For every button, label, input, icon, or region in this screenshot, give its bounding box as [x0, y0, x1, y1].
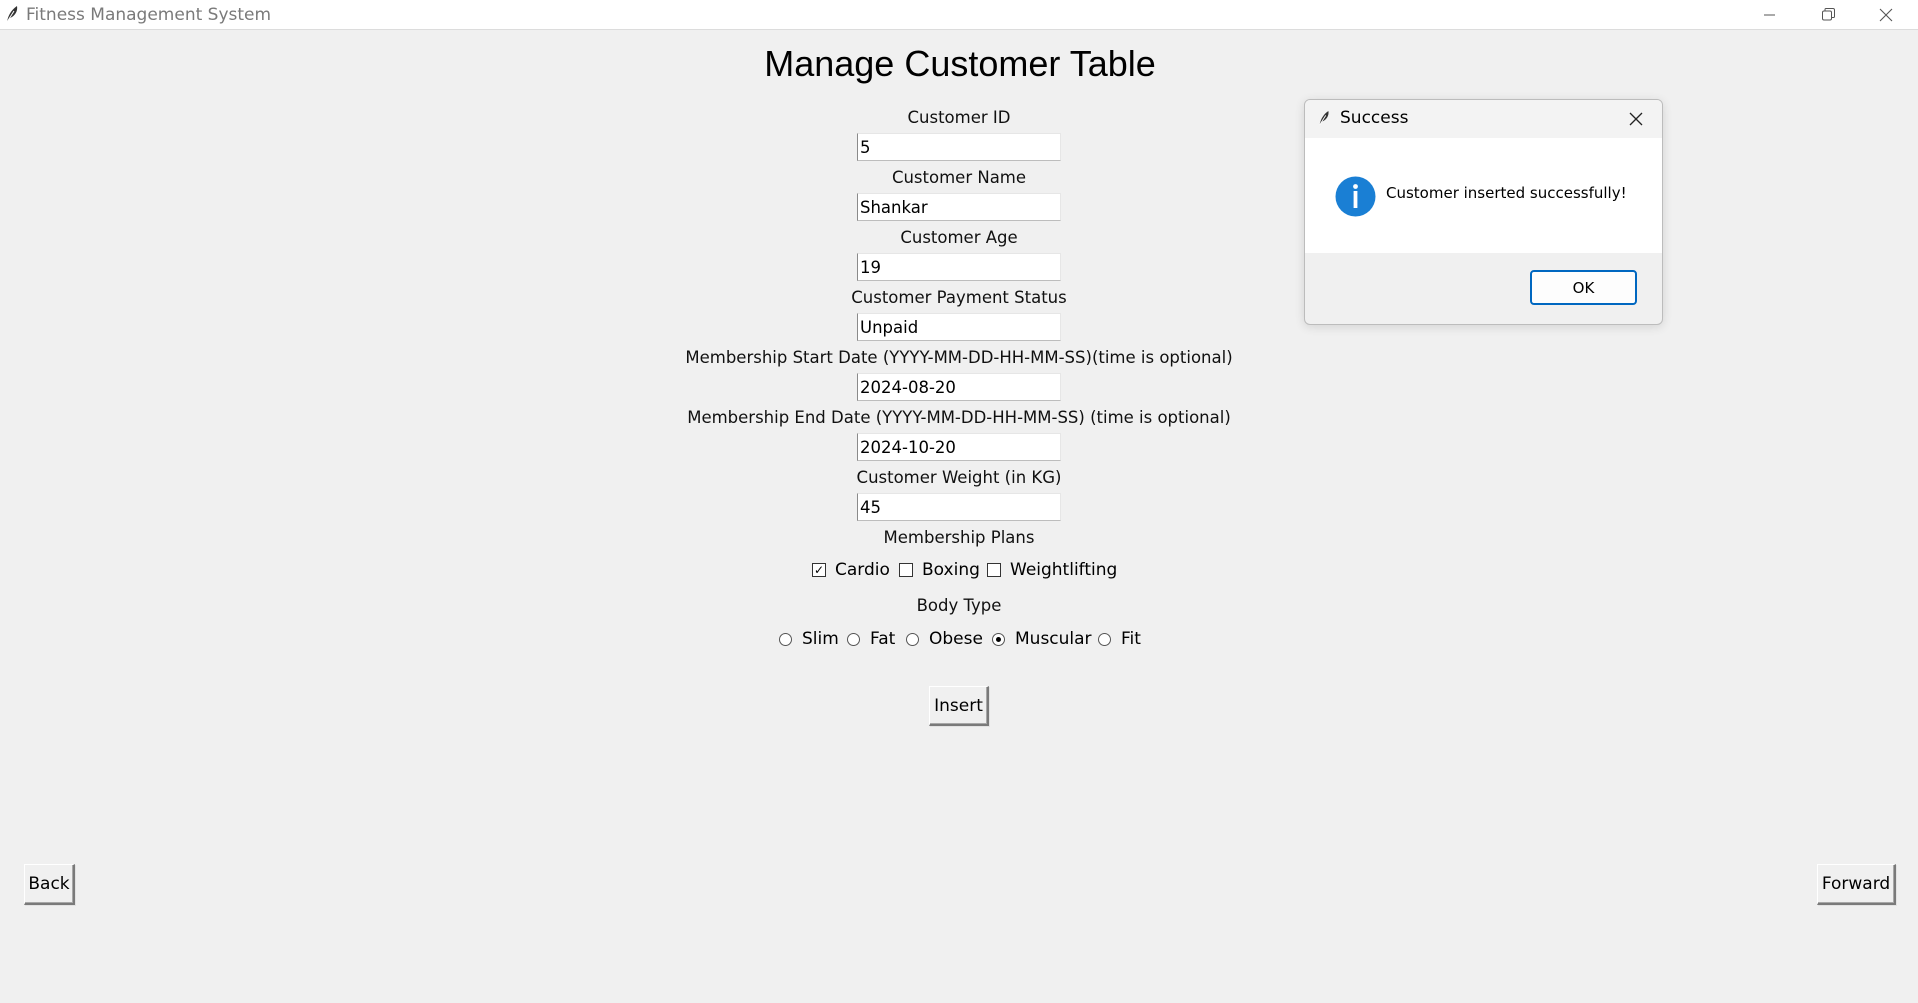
feather-icon: [6, 6, 18, 23]
plan-cardio-checkbox[interactable]: ✓ Cardio: [812, 560, 890, 580]
back-button[interactable]: Back: [24, 864, 75, 905]
plan-weightlifting-label: Weightlifting: [1010, 560, 1118, 580]
radio-unselected-icon: [906, 632, 919, 646]
info-icon: [1335, 176, 1376, 217]
body-obese-label: Obese: [929, 629, 983, 649]
body-type-group: Slim Fat Obese Muscular Fit: [0, 629, 1918, 653]
customer-id-field[interactable]: [857, 133, 1061, 161]
body-slim-radio[interactable]: Slim: [779, 629, 839, 649]
restore-icon: [1821, 8, 1835, 21]
forward-button[interactable]: Forward: [1817, 864, 1896, 905]
body-slim-label: Slim: [802, 629, 839, 649]
body-muscular-label: Muscular: [1015, 629, 1092, 649]
customer-name-field[interactable]: [857, 193, 1061, 221]
window-titlebar: Fitness Management System: [0, 0, 1918, 30]
body-muscular-radio[interactable]: Muscular: [992, 629, 1092, 649]
body-type-label: Body Type: [916, 596, 1002, 615]
minimize-icon: [1764, 14, 1775, 15]
plan-boxing-label: Boxing: [922, 560, 980, 580]
dialog-titlebar: Success: [1305, 100, 1662, 138]
radio-unselected-icon: [1098, 632, 1111, 646]
body-fat-radio[interactable]: Fat: [847, 629, 895, 649]
membership-plans-label: Membership Plans: [883, 528, 1035, 547]
body-fit-radio[interactable]: Fit: [1098, 629, 1141, 649]
weight-field[interactable]: [857, 493, 1061, 521]
plan-weightlifting-checkbox[interactable]: Weightlifting: [987, 560, 1117, 580]
end-date-field[interactable]: [857, 433, 1061, 461]
ok-button[interactable]: OK: [1530, 270, 1637, 305]
body-fit-label: Fit: [1121, 629, 1141, 649]
plan-cardio-label: Cardio: [835, 560, 890, 580]
checkbox-checked-icon: ✓: [812, 563, 826, 577]
success-dialog: Success Customer inserted successfully! …: [1304, 99, 1663, 325]
dialog-message: Customer inserted successfully!: [1386, 184, 1627, 202]
body-obese-radio[interactable]: Obese: [906, 629, 983, 649]
membership-plans-group: ✓ Cardio Boxing Weightlifting: [0, 560, 1918, 584]
end-date-label: Membership End Date (YYYY-MM-DD-HH-MM-SS…: [687, 408, 1231, 427]
dialog-title: Success: [1340, 108, 1409, 128]
customer-id-label: Customer ID: [907, 108, 1011, 127]
customer-age-field[interactable]: [857, 253, 1061, 281]
start-date-label: Membership Start Date (YYYY-MM-DD-HH-MM-…: [685, 348, 1233, 367]
close-window-button[interactable]: [1858, 0, 1914, 29]
radio-selected-icon: [992, 632, 1005, 646]
start-date-field[interactable]: [857, 373, 1061, 401]
body-fat-label: Fat: [870, 629, 896, 649]
checkbox-unchecked-icon: [987, 563, 1001, 577]
insert-button[interactable]: Insert: [929, 686, 989, 726]
restore-button[interactable]: [1800, 0, 1856, 29]
radio-unselected-icon: [847, 632, 860, 646]
customer-age-label: Customer Age: [900, 228, 1018, 247]
window-title: Fitness Management System: [26, 5, 272, 25]
minimize-button[interactable]: [1742, 0, 1798, 29]
payment-status-field[interactable]: [857, 313, 1061, 341]
feather-icon: [1319, 111, 1329, 126]
customer-name-label: Customer Name: [891, 168, 1027, 187]
dialog-body: Customer inserted successfully!: [1305, 138, 1662, 253]
radio-unselected-icon: [779, 632, 792, 646]
page-title: Manage Customer Table: [764, 43, 1156, 84]
weight-label: Customer Weight (in KG): [856, 468, 1062, 487]
close-icon[interactable]: [1627, 110, 1645, 128]
plan-boxing-checkbox[interactable]: Boxing: [899, 560, 980, 580]
close-icon: [1879, 8, 1893, 21]
checkbox-unchecked-icon: [899, 563, 913, 577]
payment-status-label: Customer Payment Status: [851, 288, 1067, 307]
